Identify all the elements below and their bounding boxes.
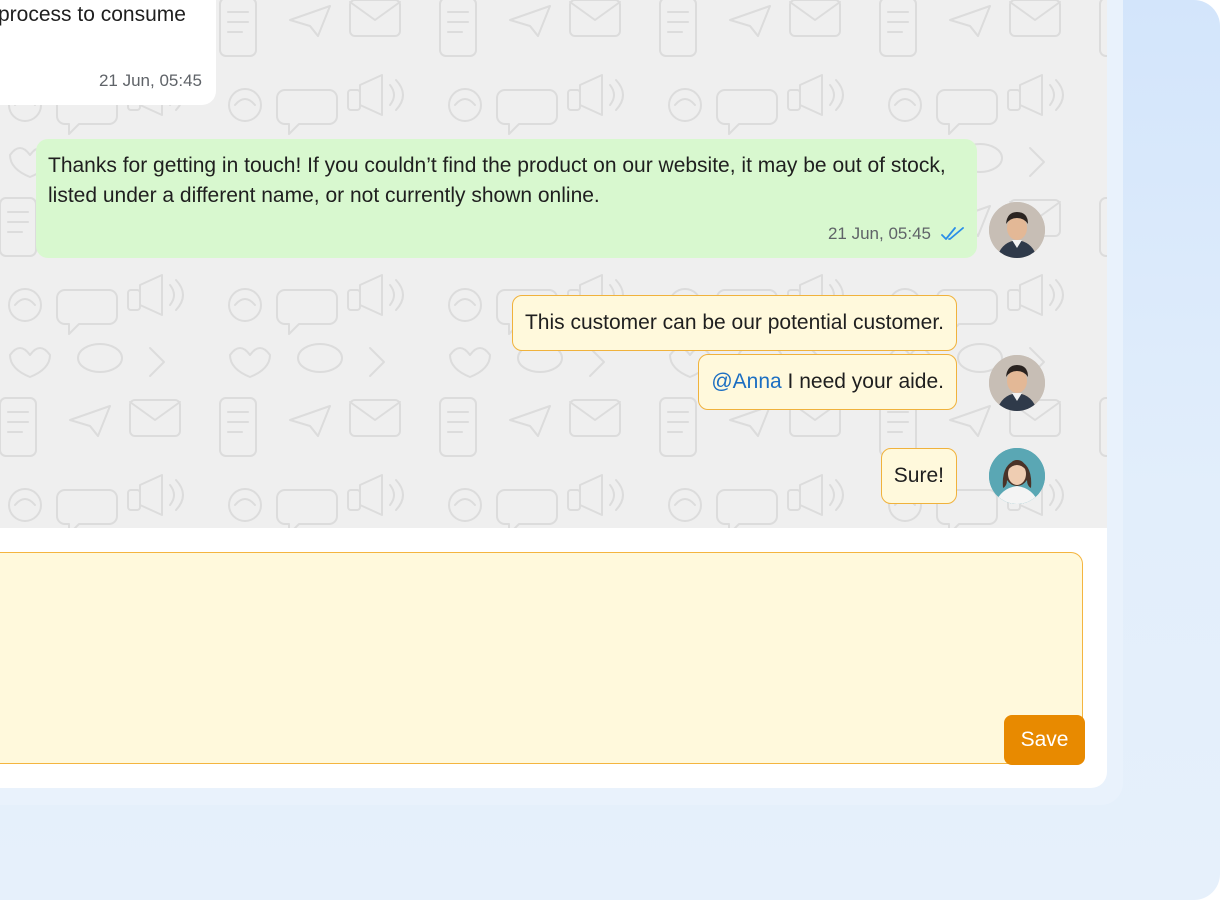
avatar[interactable] xyxy=(989,448,1045,504)
outgoing-message-text: Thanks for getting in touch! If you coul… xyxy=(48,154,946,207)
avatar[interactable] xyxy=(989,355,1045,411)
agent-avatar-icon xyxy=(989,448,1045,504)
incoming-message-time: 21 Jun, 05:45 xyxy=(98,71,202,90)
incoming-message-bubble[interactable]: process to consume 21 Jun, 05:45 xyxy=(0,0,216,105)
internal-note-text: I need your aide. xyxy=(781,370,944,393)
agent-avatar-icon xyxy=(989,355,1045,411)
avatar[interactable] xyxy=(989,202,1045,258)
internal-note-bubble[interactable]: @Anna I need your aide. xyxy=(698,354,957,410)
internal-note-bubble[interactable]: Sure! xyxy=(880,448,957,504)
agent-avatar-icon xyxy=(989,202,1045,258)
outgoing-message-meta: 21 Jun, 05:45 xyxy=(828,219,965,249)
internal-note-text: This customer can be our potential custo… xyxy=(524,311,944,334)
chat-panel: process to consume 21 Jun, 05:45 Thanks … xyxy=(0,0,1107,788)
outgoing-message-time: 21 Jun, 05:45 xyxy=(827,224,931,243)
internal-note-bubble[interactable]: This customer can be our potential custo… xyxy=(511,295,957,351)
note-composer[interactable] xyxy=(0,552,1083,764)
double-check-icon xyxy=(941,227,964,240)
mention-link[interactable]: @Anna xyxy=(711,370,781,393)
internal-note-text: Sure! xyxy=(893,464,944,487)
message-thread[interactable]: process to consume 21 Jun, 05:45 Thanks … xyxy=(0,0,1107,528)
outgoing-message-bubble[interactable]: Thanks for getting in touch! If you coul… xyxy=(36,139,977,258)
incoming-message-text: process to consume xyxy=(0,3,186,26)
save-button[interactable]: Save xyxy=(1004,715,1085,765)
